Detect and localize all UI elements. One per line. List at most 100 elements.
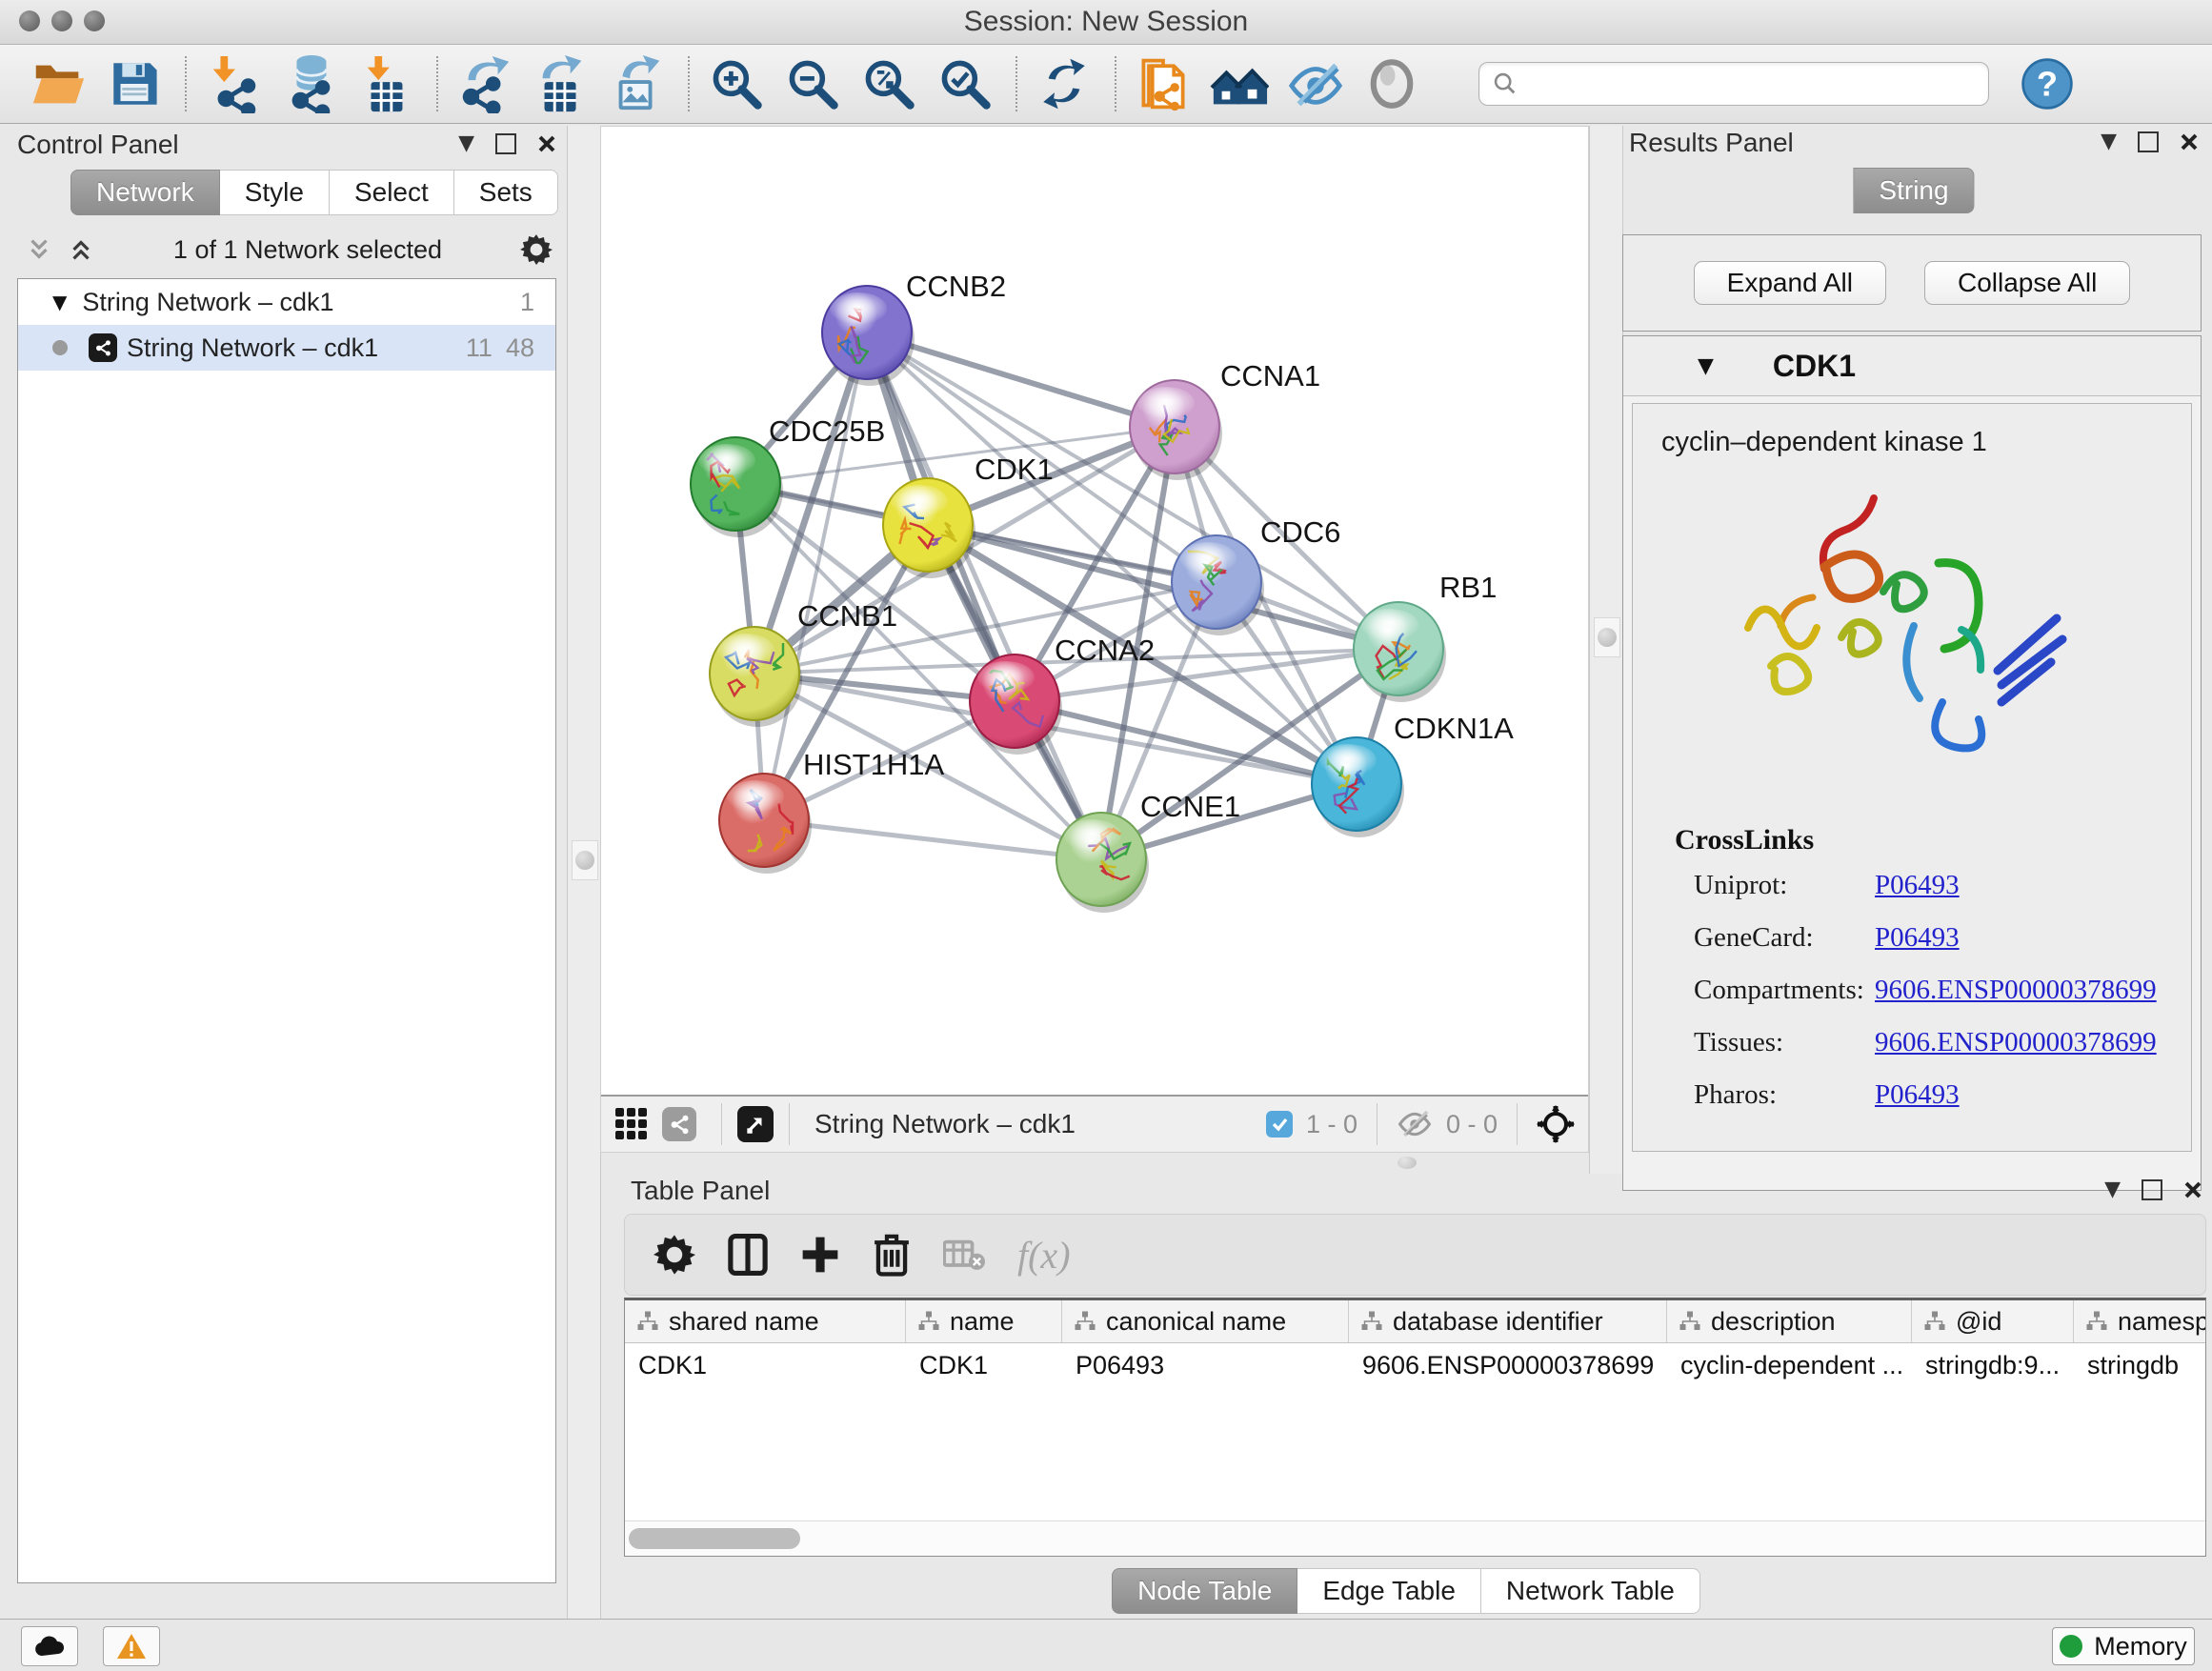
export-image-button[interactable]: [606, 52, 669, 115]
expand-all-icon[interactable]: [67, 235, 95, 264]
column-header-databaseidentifier[interactable]: database identifier: [1349, 1300, 1667, 1342]
export-network-button[interactable]: [453, 52, 516, 115]
zoom-selected-button[interactable]: [934, 52, 996, 115]
birds-eye-view-icon[interactable]: [737, 1106, 774, 1142]
delete-column-icon[interactable]: [873, 1233, 911, 1277]
eye-slash-icon: [1286, 54, 1345, 113]
crosslink-value[interactable]: 9606.ENSP00000378699: [1875, 975, 2157, 1006]
tree-expand-icon[interactable]: ▼: [52, 291, 67, 313]
column-header-description[interactable]: description: [1667, 1300, 1912, 1342]
search-input[interactable]: [1478, 62, 1989, 106]
warning-status-button[interactable]: [103, 1626, 160, 1666]
table-cell[interactable]: cyclin-dependent ...: [1667, 1343, 1912, 1387]
table-cell[interactable]: stringdb:9...: [1912, 1343, 2074, 1387]
toolbar-separator: [1115, 56, 1116, 111]
table-cell[interactable]: CDK1: [625, 1343, 906, 1387]
import-table-button[interactable]: [354, 52, 417, 115]
close-panel-icon[interactable]: [2180, 132, 2199, 151]
column-header-sharedname[interactable]: shared name: [625, 1300, 906, 1342]
network-canvas[interactable]: CCNB2CCNA1CDC25BCDK1CDC6RB1CCNB1CCNA2CDK…: [601, 127, 1588, 1095]
tab-string[interactable]: String: [1853, 168, 1974, 213]
tab-edge-table[interactable]: Edge Table: [1297, 1568, 1481, 1614]
add-column-icon[interactable]: [800, 1235, 840, 1275]
section-collapse-icon[interactable]: ▼: [1698, 354, 1714, 378]
right-splitter-grip[interactable]: [1594, 617, 1620, 657]
node-label-CCNE1: CCNE1: [1140, 790, 1240, 823]
table-row[interactable]: CDK1CDK1P064939606.ENSP00000378699cyclin…: [625, 1343, 2205, 1387]
cloud-status-button[interactable]: [21, 1626, 78, 1666]
export-image-icon: [608, 54, 667, 113]
export-table-button[interactable]: [530, 52, 593, 115]
crosshair-icon[interactable]: [1537, 1105, 1575, 1143]
collapse-all-button[interactable]: Collapse All: [1924, 261, 2130, 305]
save-session-button[interactable]: [103, 52, 166, 115]
tab-network-table[interactable]: Network Table: [1481, 1568, 1700, 1614]
window-titlebar: Session: New Session: [0, 0, 2212, 45]
home-button[interactable]: [1208, 52, 1271, 115]
tab-network[interactable]: Network: [70, 170, 220, 215]
node-label-CCNA1: CCNA1: [1220, 359, 1320, 393]
node-table[interactable]: shared namenamecanonical namedatabase id…: [624, 1298, 2206, 1557]
panel-menu-icon[interactable]: ▼: [2104, 1178, 2121, 1201]
network-selection-row: 1 of 1 Network selected: [25, 229, 553, 271]
left-splitter[interactable]: [567, 126, 601, 1620]
panel-menu-icon[interactable]: ▼: [2101, 130, 2117, 153]
float-panel-icon[interactable]: [2142, 1179, 2162, 1200]
tab-select[interactable]: Select: [330, 170, 454, 215]
float-panel-icon[interactable]: [495, 133, 516, 154]
collapse-all-icon[interactable]: [25, 235, 53, 264]
network-edge[interactable]: [764, 820, 1101, 859]
zoom-in-button[interactable]: [705, 52, 768, 115]
zoom-out-button[interactable]: [781, 52, 844, 115]
warning-icon: [116, 1633, 147, 1660]
crosslink-value[interactable]: P06493: [1875, 1079, 1960, 1111]
table-cell[interactable]: CDK1: [906, 1343, 1062, 1387]
expand-all-button[interactable]: Expand All: [1694, 261, 1886, 305]
import-database-icon: [280, 54, 339, 113]
import-network-database-button[interactable]: [278, 52, 341, 115]
crosslinks-heading: CrossLinks: [1675, 824, 2191, 856]
tab-node-table[interactable]: Node Table: [1112, 1568, 1297, 1614]
refresh-button[interactable]: [1033, 52, 1096, 115]
gene-section-header[interactable]: ▼ CDK1: [1623, 336, 2201, 396]
show-columns-icon[interactable]: [728, 1234, 768, 1276]
network-document-icon: [1135, 55, 1192, 112]
table-cell[interactable]: 9606.ENSP00000378699: [1349, 1343, 1667, 1387]
column-header-namespace[interactable]: namespace: [2074, 1300, 2206, 1342]
column-header-canonicalname[interactable]: canonical name: [1062, 1300, 1349, 1342]
panel-menu-icon[interactable]: ▼: [458, 131, 474, 155]
crosslink-label: Compartments:: [1694, 975, 1875, 1006]
close-panel-icon[interactable]: [537, 134, 556, 153]
table-hscrollbar[interactable]: [625, 1520, 2205, 1556]
table-cell[interactable]: stringdb: [2074, 1343, 2206, 1387]
help-button[interactable]: ?: [2016, 52, 2079, 115]
tab-sets[interactable]: Sets: [454, 170, 558, 215]
close-panel-icon[interactable]: [2183, 1180, 2202, 1199]
import-network-file-button[interactable]: [202, 52, 265, 115]
float-panel-icon[interactable]: [2138, 131, 2159, 152]
network-row-selected[interactable]: String Network – cdk1 11 48: [18, 325, 555, 371]
show-all-button[interactable]: [1360, 52, 1423, 115]
crosslink-value[interactable]: 9606.ENSP00000378699: [1875, 1027, 2157, 1058]
open-session-button[interactable]: [27, 52, 90, 115]
column-header-id[interactable]: @id: [1912, 1300, 2074, 1342]
right-splitter[interactable]: [1589, 126, 1623, 1174]
network-collection-row[interactable]: ▼ String Network – cdk1 1: [18, 279, 555, 325]
crosslink-value[interactable]: P06493: [1875, 922, 1960, 954]
selected-checkbox-icon[interactable]: [1266, 1111, 1293, 1137]
left-splitter-grip[interactable]: [572, 840, 598, 880]
hide-selected-button[interactable]: [1284, 52, 1347, 115]
scrollbar-thumb[interactable]: [629, 1528, 800, 1549]
crosslink-value[interactable]: P06493: [1875, 870, 1960, 901]
tab-style[interactable]: Style: [220, 170, 330, 215]
gear-icon[interactable]: [520, 233, 553, 266]
refresh-icon: [1036, 56, 1092, 111]
zoom-fit-button[interactable]: [857, 52, 920, 115]
open-network-in-web-button[interactable]: [1132, 52, 1195, 115]
horizontal-splitter-grip[interactable]: [1398, 1157, 1417, 1169]
grid-view-icon[interactable]: [614, 1107, 649, 1141]
table-settings-gear-icon[interactable]: [654, 1234, 695, 1276]
memory-button[interactable]: Memory: [2052, 1627, 2195, 1665]
table-cell[interactable]: P06493: [1062, 1343, 1349, 1387]
column-header-name[interactable]: name: [906, 1300, 1062, 1342]
